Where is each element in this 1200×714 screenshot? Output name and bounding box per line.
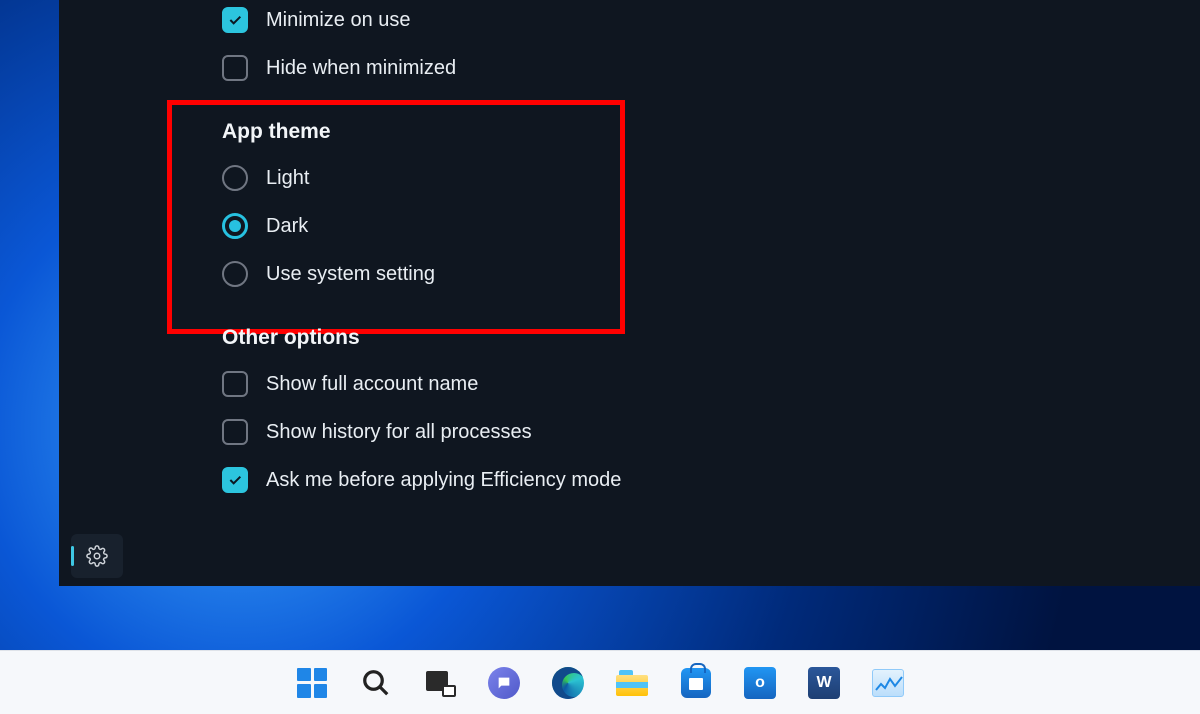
section-title-app-theme: App theme: [222, 120, 621, 144]
checkbox-hide-when-minimized[interactable]: [222, 55, 248, 81]
word-icon: W: [808, 667, 840, 699]
outlook-icon: o: [744, 667, 776, 699]
taskbar-store-button[interactable]: [678, 665, 714, 701]
microsoft-store-icon: [681, 668, 711, 698]
taskbar-file-explorer-button[interactable]: [614, 665, 650, 701]
checkbox-ask-efficiency[interactable]: [222, 467, 248, 493]
radio-light[interactable]: [222, 165, 248, 191]
start-button[interactable]: [294, 665, 330, 701]
search-icon: [361, 668, 391, 698]
radio-system[interactable]: [222, 261, 248, 287]
radio-option-system[interactable]: Use system setting: [222, 250, 621, 298]
option-label: Minimize on use: [266, 9, 411, 32]
taskbar-outlook-button[interactable]: o: [742, 665, 778, 701]
windows-logo-icon: [297, 668, 327, 698]
option-label: Ask me before applying Efficiency mode: [266, 469, 621, 492]
taskbar-word-button[interactable]: W: [806, 665, 842, 701]
taskbar-edge-button[interactable]: [550, 665, 586, 701]
file-explorer-icon: [616, 670, 648, 696]
checkbox-minimize-on-use[interactable]: [222, 7, 248, 33]
option-hide-when-minimized[interactable]: Hide when minimized: [222, 44, 621, 92]
checkbox-history-all-processes[interactable]: [222, 419, 248, 445]
radio-label: Dark: [266, 215, 308, 238]
task-view-icon: [426, 671, 454, 695]
section-title-other-options: Other options: [222, 326, 621, 350]
task-view-button[interactable]: [422, 665, 458, 701]
option-label: Hide when minimized: [266, 57, 456, 80]
taskbar-chat-button[interactable]: [486, 665, 522, 701]
option-label: Show history for all processes: [266, 421, 532, 444]
radio-dark[interactable]: [222, 213, 248, 239]
checkbox-full-account-name[interactable]: [222, 371, 248, 397]
option-history-all-processes[interactable]: Show history for all processes: [222, 408, 621, 456]
task-manager-icon: [872, 669, 904, 697]
taskbar-search-button[interactable]: [358, 665, 394, 701]
settings-content: Minimize on use Hide when minimized App …: [222, 0, 621, 504]
taskbar-task-manager-button[interactable]: [870, 665, 906, 701]
radio-option-light[interactable]: Light: [222, 154, 621, 202]
settings-nav-button[interactable]: [71, 534, 123, 578]
radio-label: Light: [266, 167, 309, 190]
radio-label: Use system setting: [266, 263, 435, 286]
chat-icon: [488, 667, 520, 699]
option-full-account-name[interactable]: Show full account name: [222, 360, 621, 408]
settings-window: Minimize on use Hide when minimized App …: [59, 0, 1200, 586]
option-minimize-on-use[interactable]: Minimize on use: [222, 0, 621, 44]
option-ask-efficiency[interactable]: Ask me before applying Efficiency mode: [222, 456, 621, 504]
option-label: Show full account name: [266, 373, 478, 396]
taskbar: o W: [0, 650, 1200, 714]
gear-icon: [86, 545, 108, 567]
edge-icon: [552, 667, 584, 699]
radio-option-dark[interactable]: Dark: [222, 202, 621, 250]
